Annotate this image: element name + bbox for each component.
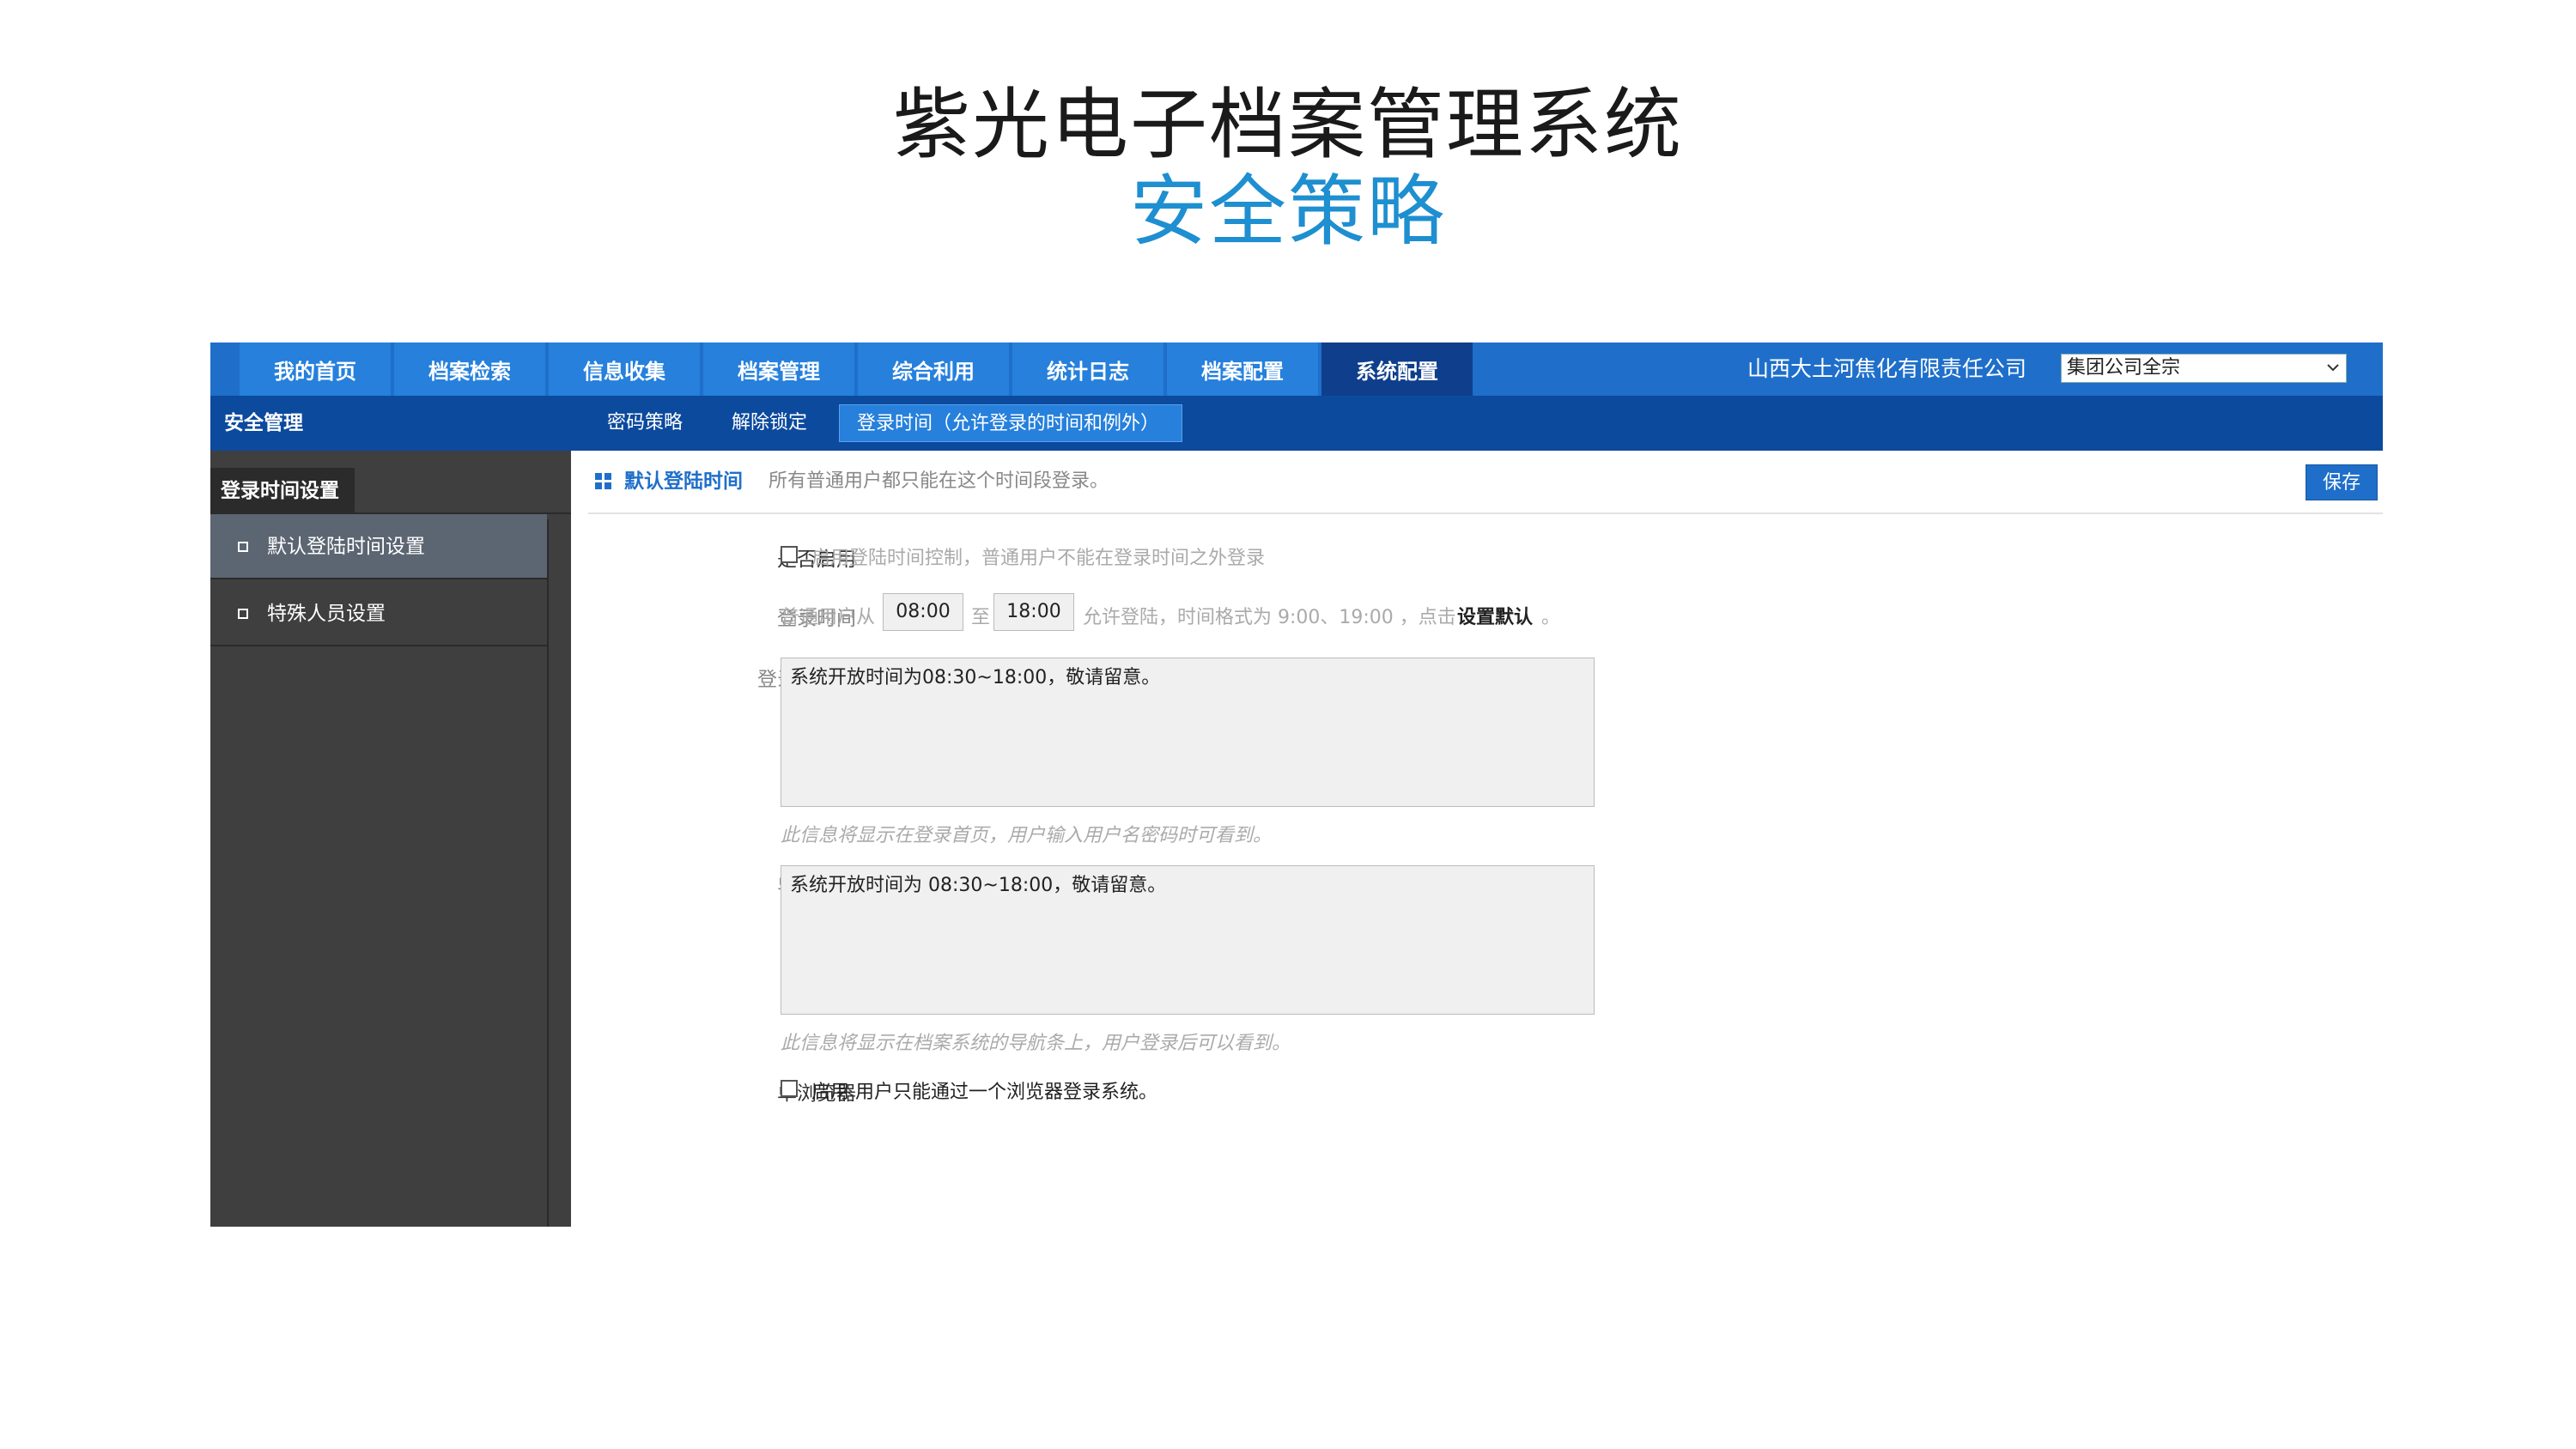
login-time-end-mark: 。 (1541, 607, 1561, 628)
login-prompt-textarea[interactable]: 系统开放时间为08:30~18:00，敬请留意。 (781, 658, 1595, 807)
enable-login-time-checkbox[interactable] (781, 546, 798, 563)
section-description: 所有普通用户都只能在这个时间段登录。 (769, 470, 1109, 492)
sidebar-item-label: 默认登陆时间设置 (267, 536, 425, 558)
company-name: 山西大土河焦化有限责任公司 (1747, 356, 2027, 381)
single-browser-description: 启用 用户只能通过一个浏览器登录系统。 (811, 1082, 1157, 1103)
main-nav-tabs: 我的首页 档案检索 信息收集 档案管理 综合利用 统计日志 档案配置 系统配置 (240, 343, 1476, 396)
square-bullet-icon (238, 609, 248, 619)
subtab-password-policy[interactable]: 密码策略 (607, 404, 683, 442)
login-time-suffix: 允许登陆，时间格式为 9:00、19:00 ，点击 (1083, 607, 1456, 628)
save-button[interactable]: 保存 (2306, 464, 2378, 500)
square-bullet-icon (238, 542, 248, 552)
chevron-down-icon (2325, 355, 2341, 390)
slide-subtitle: 安全策略 (1130, 167, 1446, 257)
end-time-input[interactable]: 18:00 (993, 593, 1074, 631)
slide-title: 紫光电子档案管理系统 (893, 80, 1683, 170)
sidebar-item-special-personnel[interactable]: 特殊人员设置 (210, 581, 547, 646)
login-time-prefix: 普通用户从 (781, 607, 876, 628)
sidebar-tab-login-time-settings[interactable]: 登录时间设置 (210, 468, 355, 514)
app-screenshot: 我的首页 档案检索 信息收集 档案管理 综合利用 统计日志 档案配置 系统配置 … (210, 343, 2383, 1227)
sidebar-vertical-divider (547, 519, 549, 1227)
nav-prompt-hint: 此信息将显示在档案系统的导航条上，用户登录后可以看到。 (781, 1033, 1291, 1054)
nav-tab-stats-log[interactable]: 统计日志 (1012, 343, 1163, 396)
set-default-link[interactable]: 设置默认 (1457, 602, 1533, 629)
sub-nav-bar: 安全管理 密码策略 解除锁定 登录时间（允许登录的时间和例外） (210, 396, 2383, 451)
nav-tab-archive-management[interactable]: 档案管理 (703, 343, 854, 396)
nav-tab-comprehensive-use[interactable]: 综合利用 (858, 343, 1009, 396)
enable-description: 启用登陆时间控制，普通用户不能在登录时间之外登录 (811, 548, 1266, 569)
grid-icon (595, 473, 612, 490)
login-time-to: 至 (971, 607, 991, 628)
nav-tab-system-config[interactable]: 系统配置 (1321, 343, 1473, 396)
top-nav-bar: 我的首页 档案检索 信息收集 档案管理 综合利用 统计日志 档案配置 系统配置 … (210, 343, 2383, 396)
subtab-login-time[interactable]: 登录时间（允许登录的时间和例外） (839, 404, 1182, 442)
content-header: 默认登陆时间 所有普通用户都只能在这个时间段登录。 保存 (588, 451, 2383, 514)
subnav-title: 安全管理 (224, 412, 303, 434)
sidebar-item-default-login-time[interactable]: 默认登陆时间设置 (210, 514, 547, 579)
nav-prompt-textarea[interactable]: 系统开放时间为 08:30~18:00，敬请留意。 (781, 865, 1595, 1015)
nav-tab-home[interactable]: 我的首页 (240, 343, 391, 396)
single-browser-checkbox[interactable] (781, 1080, 798, 1097)
nav-tab-info-collection[interactable]: 信息收集 (549, 343, 700, 396)
section-title: 默认登陆时间 (624, 470, 743, 493)
sidebar-item-label: 特殊人员设置 (267, 603, 386, 625)
subtab-unlock[interactable]: 解除锁定 (732, 404, 807, 442)
nav-tab-archive-search[interactable]: 档案检索 (394, 343, 545, 396)
start-time-input[interactable]: 08:00 (883, 593, 963, 631)
org-select[interactable]: 集团公司全宗 (2061, 354, 2347, 383)
nav-tab-archive-config[interactable]: 档案配置 (1167, 343, 1318, 396)
login-prompt-hint: 此信息将显示在登录首页，用户输入用户名密码时可看到。 (781, 825, 1273, 846)
org-select-value: 集团公司全宗 (2067, 357, 2181, 379)
sidebar: 登录时间设置 默认登陆时间设置 特殊人员设置 (210, 451, 571, 1227)
